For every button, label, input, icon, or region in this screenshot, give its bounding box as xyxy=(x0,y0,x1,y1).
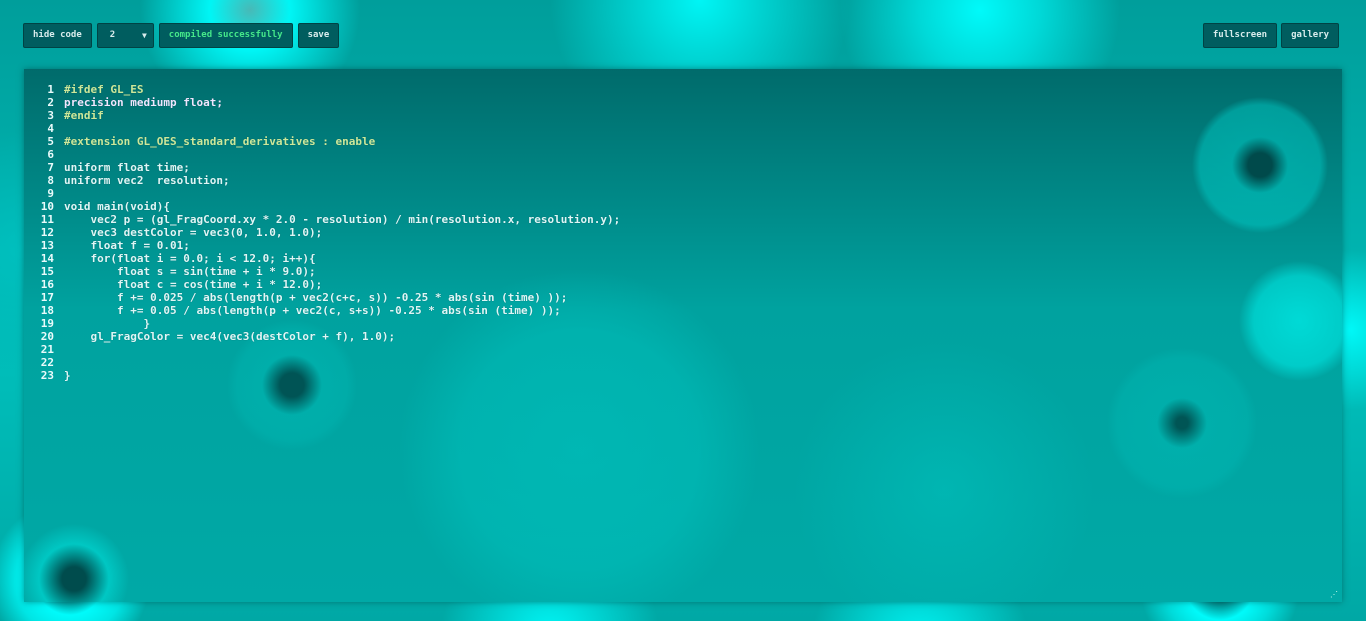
line-number: 16 xyxy=(40,278,54,291)
code-text[interactable]: float s = sin(time + i * 9.0); xyxy=(64,265,316,278)
code-line[interactable]: 17 f += 0.025 / abs(length(p + vec2(c+c,… xyxy=(24,291,620,304)
line-number: 21 xyxy=(40,343,54,356)
code-line[interactable]: 19 } xyxy=(24,317,620,330)
code-line[interactable]: 13 float f = 0.01; xyxy=(24,239,620,252)
code-line[interactable]: 12 vec3 destColor = vec3(0, 1.0, 1.0); xyxy=(24,226,620,239)
mode-select-value: 2 xyxy=(109,30,116,40)
code-line[interactable]: 2 precision mediump float; xyxy=(24,96,620,109)
code-text[interactable]: vec2 p = (gl_FragCoord.xy * 2.0 - resolu… xyxy=(64,213,620,226)
line-number: 4 xyxy=(47,122,54,135)
code-text[interactable]: #endif xyxy=(64,109,104,122)
line-number: 13 xyxy=(40,239,54,252)
line-number: 19 xyxy=(40,317,54,330)
toolbar-right: fullscreen gallery xyxy=(1202,23,1339,48)
line-number: 18 xyxy=(40,304,54,317)
code-line[interactable]: 9 xyxy=(24,187,620,200)
line-number: 7 xyxy=(47,161,54,174)
compile-status: compiled successfully xyxy=(158,23,293,48)
code-line[interactable]: 1 #ifdef GL_ES xyxy=(24,83,620,96)
code-text[interactable]: gl_FragColor = vec4(vec3(destColor + f),… xyxy=(64,330,395,343)
code-text[interactable]: f += 0.025 / abs(length(p + vec2(c+c, s)… xyxy=(64,291,567,304)
code-line[interactable]: 18 f += 0.05 / abs(length(p + vec2(c, s+… xyxy=(24,304,620,317)
fullscreen-button[interactable]: fullscreen xyxy=(1202,23,1278,48)
code-text[interactable]: uniform vec2 resolution; xyxy=(64,174,230,187)
code-line[interactable]: 3 #endif xyxy=(24,109,620,122)
line-number: 1 xyxy=(47,83,54,96)
line-number: 15 xyxy=(40,265,54,278)
code-line[interactable]: 20 gl_FragColor = vec4(vec3(destColor + … xyxy=(24,330,620,343)
line-number: 5 xyxy=(47,135,54,148)
line-number: 8 xyxy=(47,174,54,187)
hide-code-button[interactable]: hide code xyxy=(23,23,92,48)
code-text[interactable]: vec3 destColor = vec3(0, 1.0, 1.0); xyxy=(64,226,322,239)
line-number: 2 xyxy=(47,96,54,109)
code-text[interactable]: } xyxy=(64,317,150,330)
code-line[interactable]: 5 #extension GL_OES_standard_derivatives … xyxy=(24,135,620,148)
line-number: 3 xyxy=(47,109,54,122)
code-lines[interactable]: 1 #ifdef GL_ES 2 precision mediump float; 3 #… xyxy=(24,83,621,382)
line-number: 17 xyxy=(40,291,54,304)
code-line[interactable]: 15 float s = sin(time + i * 9.0); xyxy=(24,265,620,278)
code-line[interactable]: 11 vec2 p = (gl_FragCoord.xy * 2.0 - res… xyxy=(24,213,621,226)
line-number: 14 xyxy=(40,252,54,265)
code-text[interactable]: } xyxy=(64,369,71,382)
code-line[interactable]: 7 uniform float time; xyxy=(24,161,620,174)
code-text[interactable]: precision mediump float; xyxy=(64,96,223,109)
code-line[interactable]: 16 float c = cos(time + i * 12.0); xyxy=(24,278,620,291)
code-line[interactable]: 8 uniform vec2 resolution; xyxy=(24,174,620,187)
code-text[interactable]: float c = cos(time + i * 12.0); xyxy=(64,278,322,291)
code-text[interactable]: f += 0.05 / abs(length(p + vec2(c, s+s))… xyxy=(64,304,561,317)
code-line[interactable]: 21 xyxy=(24,343,620,356)
line-number: 9 xyxy=(47,187,54,200)
line-number: 10 xyxy=(40,200,54,213)
code-line[interactable]: 22 xyxy=(24,356,620,369)
code-line[interactable]: 6 xyxy=(24,148,620,161)
code-text[interactable]: uniform float time; xyxy=(64,161,190,174)
code-text[interactable]: #extension GL_OES_standard_derivatives :… xyxy=(64,135,375,148)
code-line[interactable]: 23} xyxy=(24,369,620,382)
code-editor[interactable]: 1 #ifdef GL_ES 2 precision mediump float; 3 #… xyxy=(24,69,1342,602)
chevron-down-icon: ▼ xyxy=(141,31,147,40)
line-number: 11 xyxy=(40,213,54,226)
line-number: 12 xyxy=(40,226,54,239)
line-number: 20 xyxy=(40,330,54,343)
toolbar-left: hide code 2 ▼ compiled successfully save xyxy=(23,23,340,48)
code-line[interactable]: 14 for(float i = 0.0; i < 12.0; i++){ xyxy=(24,252,620,265)
save-button[interactable]: save xyxy=(297,23,340,48)
code-line[interactable]: 4 xyxy=(24,122,620,135)
code-text[interactable]: for(float i = 0.0; i < 12.0; i++){ xyxy=(64,252,315,265)
code-line[interactable]: 10 void main(void){ xyxy=(24,200,620,213)
resize-handle-icon[interactable]: ⋰ xyxy=(1330,590,1339,599)
line-number: 23 xyxy=(40,369,54,382)
code-text[interactable]: #ifdef GL_ES xyxy=(64,83,143,96)
code-text[interactable]: float f = 0.01; xyxy=(64,239,189,252)
gallery-button[interactable]: gallery xyxy=(1281,23,1339,48)
line-number: 22 xyxy=(40,356,54,369)
code-text[interactable]: void main(void){ xyxy=(64,200,170,213)
mode-select[interactable]: 2 ▼ xyxy=(96,23,154,48)
line-number: 6 xyxy=(47,148,54,161)
